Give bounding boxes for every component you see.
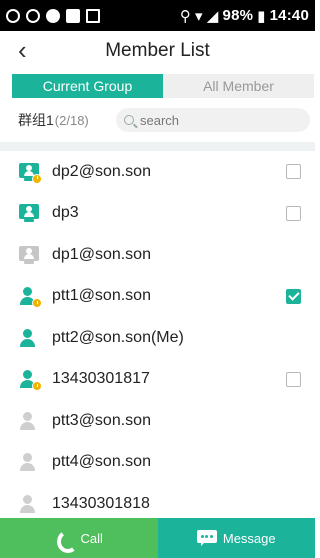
user-offline-icon: [18, 494, 40, 514]
sync-icon: [6, 8, 20, 23]
member-name: 13430301818: [52, 494, 150, 512]
member-checkbox[interactable]: [286, 205, 301, 221]
search-icon: [124, 115, 134, 125]
member-row[interactable]: 13430301818: [0, 483, 315, 518]
status-bar: ⚲ ▾ ◢ 98% ▮ 14:40: [0, 0, 315, 31]
battery-percent: 98%: [222, 7, 254, 24]
section-divider: [0, 142, 315, 151]
member-checkbox[interactable]: [286, 371, 301, 387]
dispatcher-icon: [18, 162, 42, 184]
group-member-count: (2/18): [54, 112, 89, 128]
signal-icon: ◢: [206, 7, 219, 25]
location-icon: ⚲: [179, 7, 192, 25]
wifi-icon: ▾: [195, 7, 203, 25]
tab-current-group[interactable]: Current Group: [12, 74, 163, 98]
app-header: ‹ Member List: [0, 31, 315, 71]
member-checkbox[interactable]: [286, 164, 301, 179]
clock-icon: [32, 381, 42, 392]
member-row[interactable]: ptt3@son.son: [0, 400, 315, 442]
member-name: ptt3@son.son: [52, 411, 151, 429]
bottom-action-bar: Call Message: [0, 518, 315, 558]
member-row[interactable]: ptt4@son.son: [0, 442, 315, 484]
member-checkbox-checked[interactable]: [286, 288, 301, 304]
dispatcher-icon: [18, 203, 40, 223]
user-offline-icon: [18, 452, 40, 472]
member-name: dp1@son.son: [52, 245, 151, 263]
message-button[interactable]: Message: [157, 518, 315, 558]
member-row[interactable]: dp3: [0, 193, 315, 235]
phone-icon: [55, 529, 73, 547]
message-icon: [196, 530, 217, 546]
call-button[interactable]: Call: [0, 518, 158, 558]
page-title: Member List: [105, 40, 210, 61]
member-name: dp2@son.son: [52, 162, 151, 180]
battery-icon: ▮: [257, 7, 266, 25]
message-label: Message: [222, 530, 276, 546]
square-icon: [66, 8, 80, 23]
tab-bar: Current Group All Member: [12, 74, 314, 98]
user-icon: [18, 328, 40, 348]
member-row[interactable]: 13430301817: [0, 359, 315, 401]
clock-time: 14:40: [269, 7, 309, 24]
back-arrow-icon[interactable]: ‹: [18, 37, 27, 63]
image-icon: [86, 8, 100, 23]
call-label: Call: [80, 530, 103, 546]
user-icon: [18, 286, 42, 309]
member-row[interactable]: ptt2@son.son(Me): [0, 317, 315, 359]
member-name: dp3: [52, 204, 79, 222]
member-name: 13430301817: [52, 370, 150, 388]
member-row[interactable]: dp1@son.son: [0, 234, 315, 276]
clock-icon: [32, 298, 42, 309]
tab-all-member[interactable]: All Member: [163, 74, 314, 98]
status-bar-left-icons: [6, 8, 100, 23]
member-name: ptt2@son.son(Me): [52, 328, 184, 346]
group-name: 群组1: [18, 112, 54, 128]
member-row[interactable]: dp2@son.son: [0, 151, 315, 193]
clock-icon: [32, 173, 42, 184]
group-info: 群组1 (2/18): [18, 108, 89, 132]
search-input[interactable]: [140, 112, 300, 128]
dispatcher-offline-icon: [18, 245, 40, 265]
member-row[interactable]: ptt1@son.son: [0, 276, 315, 318]
status-bar-right: ⚲ ▾ ◢ 98% ▮ 14:40: [180, 7, 309, 25]
member-list[interactable]: dp2@son.son dp3 dp1@son.son ptt1@son.son…: [0, 151, 315, 518]
sync-icon: [26, 8, 40, 23]
member-name: ptt1@son.son: [52, 287, 151, 305]
user-offline-icon: [18, 411, 40, 431]
search-box[interactable]: [116, 108, 310, 132]
member-name: ptt4@son.son: [52, 453, 151, 471]
dot-icon: [46, 8, 60, 23]
user-icon: [18, 369, 42, 392]
